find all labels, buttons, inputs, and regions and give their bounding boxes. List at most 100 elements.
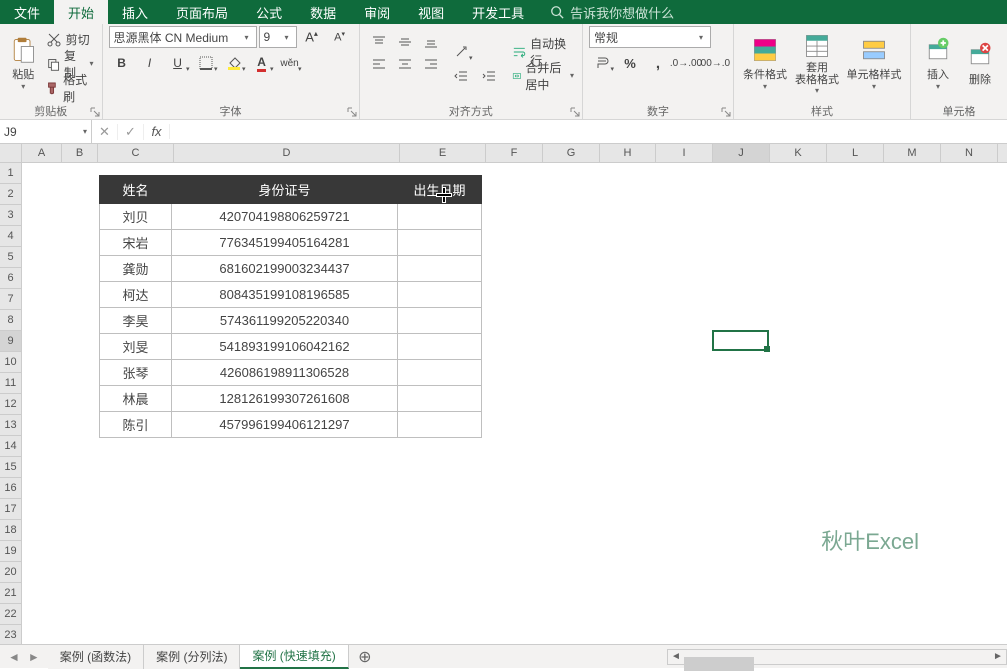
increase-decimal-button[interactable]: .0→.00 xyxy=(673,52,699,74)
row-header-4[interactable]: 4 xyxy=(0,226,22,247)
scroll-left-button[interactable]: ◄ xyxy=(668,651,684,662)
table-cell[interactable]: 776345199405164281 xyxy=(172,230,398,256)
insert-function-button[interactable]: fx xyxy=(144,124,170,139)
dialog-launcher-icon[interactable] xyxy=(570,107,580,117)
tell-me-search[interactable]: 告诉我你想做什么 xyxy=(538,0,674,24)
tab-data[interactable]: 数据 xyxy=(296,0,350,24)
decrease-indent-button[interactable] xyxy=(448,65,474,87)
row-header-22[interactable]: 22 xyxy=(0,604,22,625)
column-header-J[interactable]: J xyxy=(713,144,770,162)
worksheet-grid[interactable]: ABCDEFGHIJKLMN 1234567891011121314151617… xyxy=(0,144,1007,644)
row-header-21[interactable]: 21 xyxy=(0,583,22,604)
row-header-14[interactable]: 14 xyxy=(0,436,22,457)
table-cell[interactable] xyxy=(398,230,482,256)
tab-formulas[interactable]: 公式 xyxy=(242,0,296,24)
delete-cells-button[interactable]: 删除 xyxy=(959,28,1001,100)
merge-center-button[interactable]: 合并后居中▾ xyxy=(510,65,576,87)
row-header-17[interactable]: 17 xyxy=(0,499,22,520)
cancel-entry-button[interactable]: ✕ xyxy=(92,124,118,140)
comma-button[interactable]: , xyxy=(645,52,671,74)
tab-home[interactable]: 开始 xyxy=(54,0,108,24)
column-header-L[interactable]: L xyxy=(827,144,884,162)
horizontal-scrollbar[interactable]: ◄ ► xyxy=(667,649,1007,665)
fill-handle[interactable] xyxy=(764,346,770,352)
column-header-I[interactable]: I xyxy=(656,144,713,162)
column-header-N[interactable]: N xyxy=(941,144,998,162)
insert-cells-button[interactable]: 插入▾ xyxy=(917,28,959,100)
underline-button[interactable]: U xyxy=(165,52,191,74)
row-header-1[interactable]: 1 xyxy=(0,163,22,184)
increase-font-button[interactable]: A▴ xyxy=(299,26,325,48)
phonetic-button[interactable]: wěn xyxy=(277,52,303,74)
row-header-12[interactable]: 12 xyxy=(0,394,22,415)
confirm-entry-button[interactable]: ✓ xyxy=(118,124,144,140)
paste-button[interactable]: 粘贴▾ xyxy=(6,28,41,100)
table-cell[interactable]: 柯达 xyxy=(100,282,172,308)
new-sheet-button[interactable]: ⊕ xyxy=(349,647,381,667)
table-cell[interactable] xyxy=(398,282,482,308)
table-cell[interactable] xyxy=(398,308,482,334)
row-header-16[interactable]: 16 xyxy=(0,478,22,499)
column-header-H[interactable]: H xyxy=(600,144,656,162)
increase-indent-button[interactable] xyxy=(476,65,502,87)
table-cell[interactable]: 林晨 xyxy=(100,386,172,412)
tab-developer[interactable]: 开发工具 xyxy=(458,0,538,24)
tab-insert[interactable]: 插入 xyxy=(108,0,162,24)
sheet-nav-next-button[interactable]: ► xyxy=(28,650,40,664)
align-center-button[interactable] xyxy=(392,53,418,75)
tab-view[interactable]: 视图 xyxy=(404,0,458,24)
dialog-launcher-icon[interactable] xyxy=(347,107,357,117)
orientation-button[interactable] xyxy=(448,41,474,63)
format-as-table-button[interactable]: 套用 表格格式▾ xyxy=(790,28,844,100)
table-cell[interactable]: 681602199003234437 xyxy=(172,256,398,282)
table-cell[interactable]: 457996199406121297 xyxy=(172,412,398,438)
table-cell[interactable]: 420704198806259721 xyxy=(172,204,398,230)
row-header-11[interactable]: 11 xyxy=(0,373,22,394)
select-all-corner[interactable] xyxy=(0,144,22,162)
dialog-launcher-icon[interactable] xyxy=(721,107,731,117)
row-header-6[interactable]: 6 xyxy=(0,268,22,289)
table-cell[interactable]: 陈引 xyxy=(100,412,172,438)
align-left-button[interactable] xyxy=(366,53,392,75)
table-cell[interactable]: 龚勋 xyxy=(100,256,172,282)
scroll-right-button[interactable]: ► xyxy=(990,651,1006,662)
table-cell[interactable]: 574361199205220340 xyxy=(172,308,398,334)
sheet-tab-2[interactable]: 案例 (分列法) xyxy=(144,645,240,669)
row-header-23[interactable]: 23 xyxy=(0,625,22,644)
row-header-13[interactable]: 13 xyxy=(0,415,22,436)
conditional-format-button[interactable]: 条件格式▾ xyxy=(740,28,790,100)
dialog-launcher-icon[interactable] xyxy=(90,107,100,117)
row-header-8[interactable]: 8 xyxy=(0,310,22,331)
row-header-15[interactable]: 15 xyxy=(0,457,22,478)
column-header-M[interactable]: M xyxy=(884,144,941,162)
table-cell[interactable]: 426086198911306528 xyxy=(172,360,398,386)
table-cell[interactable]: 808435199108196585 xyxy=(172,282,398,308)
decrease-decimal-button[interactable]: .00→.0 xyxy=(701,52,727,74)
table-cell[interactable] xyxy=(398,360,482,386)
column-header-B[interactable]: B xyxy=(62,144,98,162)
italic-button[interactable]: I xyxy=(137,52,163,74)
accounting-format-button[interactable] xyxy=(589,52,615,74)
table-header[interactable]: 姓名 xyxy=(100,176,172,204)
row-header-5[interactable]: 5 xyxy=(0,247,22,268)
table-cell[interactable]: 541893199106042162 xyxy=(172,334,398,360)
decrease-font-button[interactable]: A▾ xyxy=(327,26,353,48)
row-header-19[interactable]: 19 xyxy=(0,541,22,562)
column-header-F[interactable]: F xyxy=(486,144,543,162)
column-header-G[interactable]: G xyxy=(543,144,600,162)
table-cell[interactable]: 128126199307261608 xyxy=(172,386,398,412)
column-header-C[interactable]: C xyxy=(98,144,174,162)
sheet-nav-prev-button[interactable]: ◄ xyxy=(8,650,20,664)
scroll-thumb[interactable] xyxy=(684,657,754,671)
table-cell[interactable]: 张琴 xyxy=(100,360,172,386)
row-header-7[interactable]: 7 xyxy=(0,289,22,310)
format-painter-button[interactable]: 格式刷 xyxy=(44,77,96,99)
table-cell[interactable]: 宋岩 xyxy=(100,230,172,256)
table-cell[interactable] xyxy=(398,256,482,282)
font-size-combo[interactable]: 9▾ xyxy=(259,26,297,48)
formula-input[interactable] xyxy=(170,120,1007,143)
column-header-E[interactable]: E xyxy=(400,144,486,162)
bold-button[interactable]: B xyxy=(109,52,135,74)
align-right-button[interactable] xyxy=(418,53,444,75)
name-box[interactable]: J9▾ xyxy=(0,120,92,143)
